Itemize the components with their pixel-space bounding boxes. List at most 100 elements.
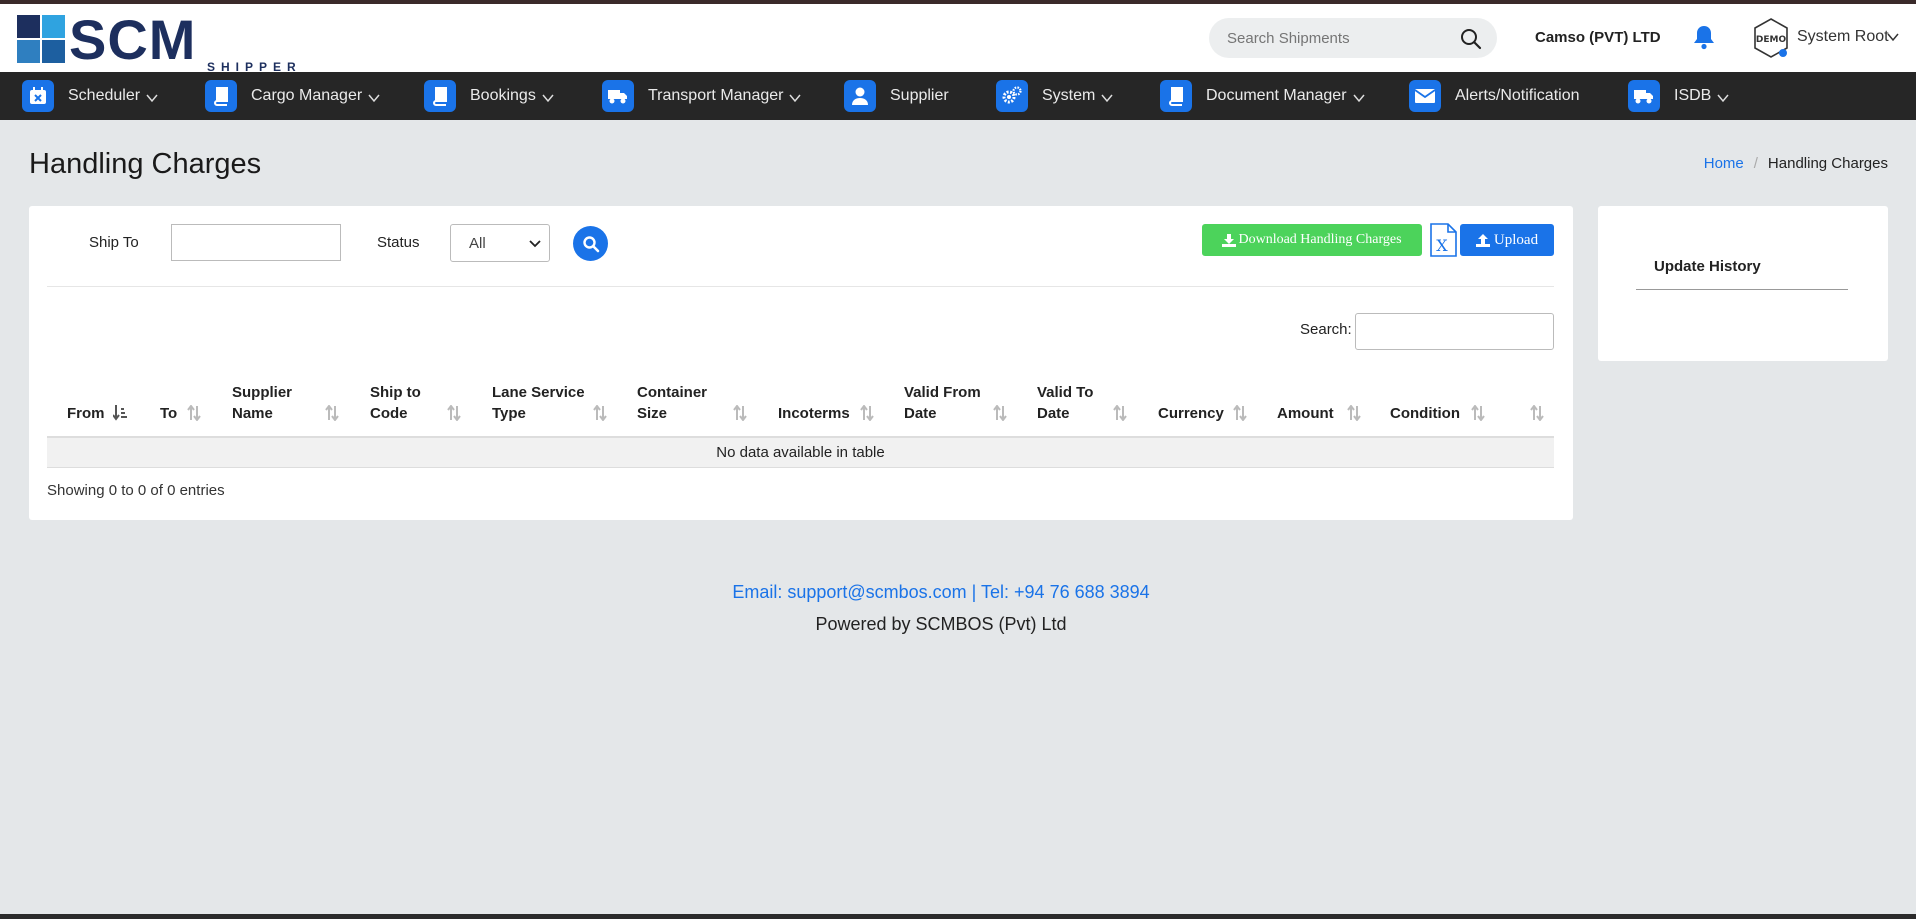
column-header-amount[interactable]: Amount bbox=[1277, 403, 1334, 424]
search-icon bbox=[582, 235, 599, 252]
book-icon bbox=[424, 80, 456, 112]
sort-icon[interactable] bbox=[860, 405, 874, 421]
status-label: Status bbox=[377, 234, 420, 251]
nav-label: Document Manager bbox=[1206, 87, 1347, 104]
chevron-down-icon bbox=[1717, 94, 1729, 102]
nav-item-scheduler[interactable]: Scheduler bbox=[22, 79, 158, 113]
nav-label: System bbox=[1042, 87, 1096, 104]
column-header-ship-to-code[interactable]: Ship to Code bbox=[370, 382, 421, 424]
chevron-down-icon bbox=[146, 94, 158, 102]
sort-icon[interactable] bbox=[1347, 405, 1361, 421]
nav-item-transport-manager[interactable]: Transport Manager bbox=[602, 79, 802, 113]
status-value: All bbox=[469, 235, 486, 252]
divider bbox=[1636, 289, 1848, 290]
table-search-input[interactable] bbox=[1355, 313, 1554, 350]
breadcrumb-home-link[interactable]: Home bbox=[1704, 155, 1744, 172]
column-header-valid-to-date[interactable]: Valid To Date bbox=[1037, 382, 1093, 424]
chevron-down-icon bbox=[1352, 94, 1365, 102]
column-header-valid-from-date[interactable]: Valid From Date bbox=[904, 382, 981, 424]
column-header-supplier-name[interactable]: Supplier Name bbox=[232, 382, 292, 424]
column-header-condition[interactable]: Condition bbox=[1390, 403, 1460, 424]
sort-icon[interactable] bbox=[993, 405, 1007, 421]
column-header-to[interactable]: To bbox=[160, 403, 177, 424]
book-icon bbox=[205, 80, 237, 112]
upload-button[interactable]: Upload bbox=[1460, 224, 1554, 256]
chevron-down-icon[interactable] bbox=[1887, 32, 1899, 42]
sort-icon[interactable] bbox=[1530, 405, 1544, 421]
divider bbox=[47, 286, 1554, 287]
book-icon bbox=[1160, 80, 1192, 112]
column-header-lane-service-type[interactable]: Lane Service Type bbox=[492, 382, 585, 424]
footer-contact[interactable]: Email: support@scmbos.com | Tel: +94 76 … bbox=[0, 582, 1899, 603]
svg-text:DEMO: DEMO bbox=[1756, 35, 1787, 45]
sort-asc-icon[interactable] bbox=[113, 405, 127, 421]
logo[interactable]: SCM BOS SHIPPER bbox=[17, 10, 327, 130]
chevron-down-icon bbox=[529, 240, 541, 248]
sort-icon[interactable] bbox=[1113, 405, 1127, 421]
logo-mark bbox=[17, 15, 65, 63]
breadcrumb: Home / Handling Charges bbox=[1704, 155, 1888, 172]
chevron-down-icon bbox=[789, 94, 802, 102]
sort-icon[interactable] bbox=[733, 405, 747, 421]
nav-label: Supplier bbox=[890, 87, 949, 104]
ship-to-input[interactable] bbox=[171, 224, 341, 261]
column-header-incoterms[interactable]: Incoterms bbox=[778, 403, 850, 424]
company-name: Camso (PVT) LTD bbox=[1535, 29, 1661, 46]
filter-search-button[interactable] bbox=[573, 226, 608, 261]
update-history-card: Update History bbox=[1598, 206, 1888, 361]
shipment-search-input[interactable] bbox=[1227, 26, 1447, 50]
nav-item-system[interactable]: System bbox=[996, 79, 1113, 113]
footer-powered-by: Powered by SCMBOS (Pvt) Ltd bbox=[815, 614, 1067, 634]
column-header-container-size[interactable]: Container Size bbox=[637, 382, 707, 424]
shipment-search bbox=[1209, 18, 1497, 58]
column-header-currency[interactable]: Currency bbox=[1158, 403, 1224, 424]
truck-icon bbox=[1628, 80, 1660, 112]
sort-icon[interactable] bbox=[593, 405, 607, 421]
download-handling-charges-button[interactable]: Download Handling Charges bbox=[1202, 224, 1422, 256]
page-title: Handling Charges bbox=[29, 148, 262, 180]
nav-label: ISDB bbox=[1674, 87, 1712, 104]
nav-label: Transport Manager bbox=[648, 87, 784, 104]
user-menu[interactable]: System Root bbox=[1797, 28, 1889, 46]
nav-item-bookings[interactable]: Bookings bbox=[424, 79, 554, 113]
breadcrumb-current: Handling Charges bbox=[1767, 155, 1888, 172]
avatar[interactable]: DEMO bbox=[1752, 17, 1790, 59]
status-select[interactable]: All bbox=[450, 224, 550, 262]
chevron-down-icon bbox=[1101, 94, 1113, 102]
sort-icon[interactable] bbox=[1471, 405, 1485, 421]
sort-icon[interactable] bbox=[1233, 405, 1247, 421]
gears-icon bbox=[996, 80, 1028, 112]
header: SCM BOS SHIPPER Camso (PVT) LTD DEMO Sys… bbox=[0, 4, 1916, 130]
bell-icon[interactable] bbox=[1692, 24, 1716, 50]
table-search-label: Search: bbox=[1300, 321, 1352, 338]
nav-item-isdb[interactable]: ISDB bbox=[1628, 79, 1729, 113]
update-history-title[interactable]: Update History bbox=[1654, 258, 1761, 275]
upload-icon bbox=[1475, 233, 1490, 247]
handling-charges-card: Ship To Status All Download Handling Cha… bbox=[29, 206, 1573, 520]
nav-label: Bookings bbox=[470, 87, 536, 104]
calendar-icon bbox=[22, 80, 54, 112]
table-info: Showing 0 to 0 of 0 entries bbox=[47, 482, 225, 499]
download-label: Download Handling Charges bbox=[1238, 232, 1402, 247]
nav-item-cargo-manager[interactable]: Cargo Manager bbox=[205, 79, 380, 113]
upload-label: Upload bbox=[1493, 231, 1539, 248]
svg-text:X: X bbox=[1436, 236, 1448, 255]
nav-item-alerts[interactable]: Alerts/Notification bbox=[1409, 79, 1580, 113]
chevron-down-icon bbox=[542, 94, 554, 102]
sort-icon[interactable] bbox=[447, 405, 461, 421]
envelope-icon bbox=[1409, 80, 1441, 112]
download-icon bbox=[1222, 233, 1237, 247]
breadcrumb-separator: / bbox=[1753, 155, 1758, 172]
sort-icon[interactable] bbox=[325, 405, 339, 421]
column-header-from[interactable]: From bbox=[67, 403, 105, 424]
search-icon[interactable] bbox=[1459, 27, 1483, 51]
ship-to-label: Ship To bbox=[89, 234, 139, 251]
excel-file-icon[interactable]: X bbox=[1429, 223, 1457, 257]
sort-icon[interactable] bbox=[187, 405, 201, 421]
truck-icon bbox=[602, 80, 634, 112]
nav-item-document-manager[interactable]: Document Manager bbox=[1160, 79, 1365, 113]
user-icon bbox=[844, 80, 876, 112]
chevron-down-icon bbox=[368, 94, 380, 102]
main-nav: Scheduler Cargo Manager Bookings Transpo… bbox=[0, 72, 1916, 120]
nav-item-supplier[interactable]: Supplier bbox=[844, 79, 949, 113]
